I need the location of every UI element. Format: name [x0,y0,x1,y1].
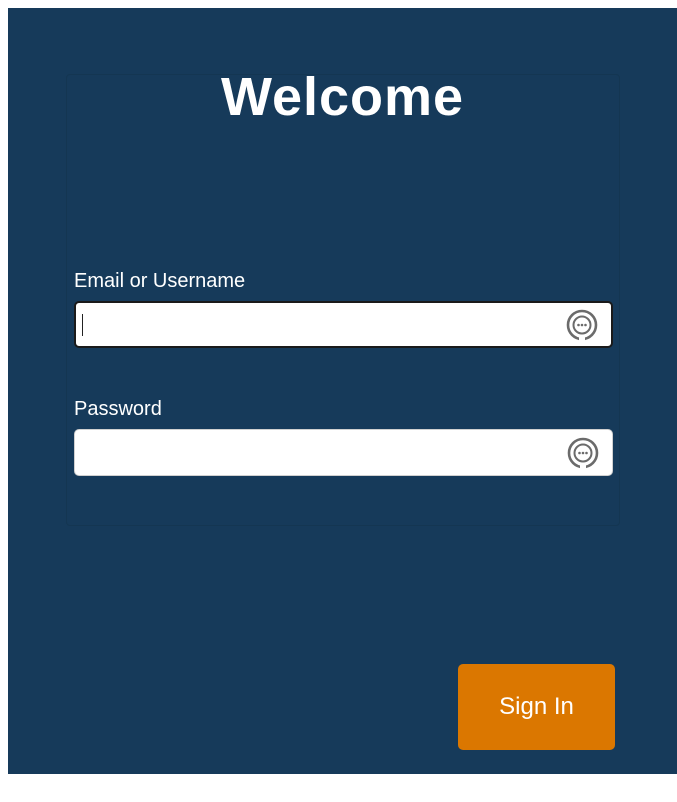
password-field[interactable] [75,430,555,475]
password-field-wrapper [74,429,613,476]
sign-in-button[interactable]: Sign In [458,664,615,750]
password-label: Password [74,398,162,420]
text-cursor [82,314,83,336]
login-panel: Welcome Email or Username Password Sign … [8,8,677,774]
email-field[interactable] [76,303,556,346]
email-field-wrapper [74,301,613,348]
password-manager-icon[interactable] [566,436,600,470]
password-manager-icon[interactable] [565,308,599,342]
page-title: Welcome [220,67,465,127]
email-label: Email or Username [74,270,246,292]
